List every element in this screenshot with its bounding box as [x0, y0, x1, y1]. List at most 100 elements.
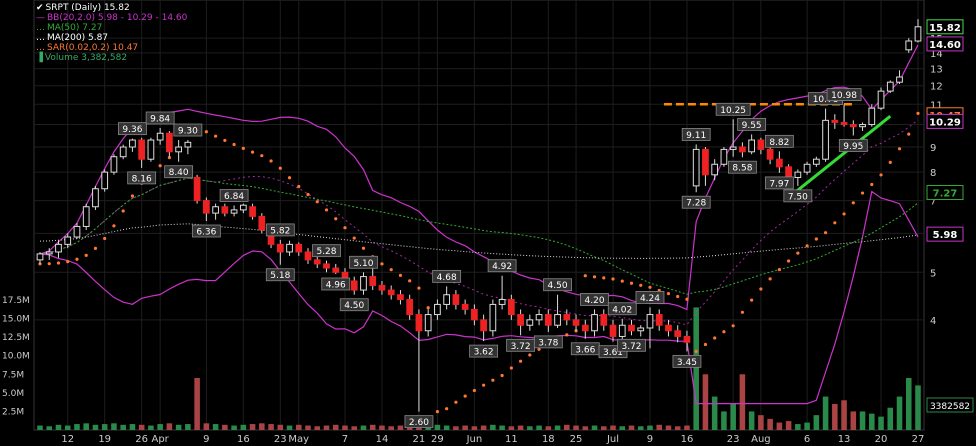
volume-bar	[212, 424, 219, 430]
volume-bar	[702, 374, 709, 430]
volume-bar	[813, 415, 820, 430]
time-tick-label: 19	[98, 434, 111, 445]
candle-down	[563, 314, 571, 321]
candle-up	[434, 303, 441, 316]
ma50-tag-text: 7.27	[933, 189, 958, 200]
sar-dot	[130, 194, 135, 198]
candle-down	[378, 284, 386, 291]
volume-bar	[83, 423, 89, 430]
volume-bar	[610, 425, 616, 430]
volume-tick-label: 15.0M	[2, 315, 30, 325]
candle-down	[609, 324, 617, 337]
volume-bar	[305, 425, 311, 430]
volume-bar	[480, 425, 487, 430]
low-label-text: 8.58	[732, 164, 752, 174]
legend-item[interactable]: … MA(50) 7.27	[36, 23, 187, 33]
sar-dot	[602, 276, 606, 280]
volume-bar	[249, 424, 256, 430]
volume-bar	[397, 425, 404, 430]
low-label-text: 3.72	[621, 342, 641, 352]
price-chart[interactable]: 4567891011121314152.5M5.0M7.5M10.0M12.5M…	[0, 0, 976, 446]
legend-item[interactable]: ▐ Volume 3,382,582	[36, 53, 187, 63]
bb-mid-tag-text: 10.29	[929, 117, 961, 128]
high-label-text: 9.11	[686, 131, 706, 141]
low-label: 3.45	[672, 354, 702, 368]
time-tick-label: Aug	[751, 434, 771, 445]
sar-dot	[408, 279, 412, 283]
legend-text: BB(20,2.0) 5.98 - 10.29 - 14.60	[47, 13, 188, 23]
low-label: 2.60	[404, 415, 434, 428]
legend-item[interactable]: ✔ SRPT (Daily) 15.82	[36, 3, 187, 13]
high-label-text: 8.82	[769, 138, 789, 148]
volume-bar	[693, 307, 699, 430]
low-label: 6.36	[191, 224, 221, 238]
candle-down	[350, 280, 358, 291]
high-label: 10.25	[715, 102, 751, 116]
time-tick-label: 23	[727, 434, 740, 445]
volume-bar	[360, 425, 367, 430]
candle-up	[822, 119, 829, 160]
sar-dot	[639, 283, 643, 287]
volume-bar	[545, 426, 552, 430]
legend-item[interactable]: … SAR(0.02,0.2) 10.47	[36, 43, 187, 53]
volume-bar	[721, 411, 727, 430]
time-tick-label: 7	[342, 434, 348, 445]
bb-upper-tag-text: 14.60	[929, 40, 961, 51]
candle-up	[748, 139, 756, 153]
legend-swatch: …	[36, 33, 45, 43]
volume-bar	[37, 425, 43, 430]
sar-dot	[592, 275, 597, 279]
high-label: 9.36	[118, 122, 147, 135]
candle-down	[193, 177, 201, 202]
sar-dot	[528, 353, 532, 357]
high-label: 4.50	[543, 278, 572, 291]
sar-dot	[888, 160, 892, 164]
candle-down	[258, 215, 266, 231]
volume-bar	[369, 424, 376, 430]
sar-dot	[685, 297, 689, 301]
volume-bar	[185, 424, 191, 430]
candle-down	[332, 267, 340, 273]
sar-dot	[629, 281, 634, 285]
chart-window: ✔ SRPT (Daily) 15.82— BB(20,2.0) 5.98 - 10…	[0, 0, 976, 446]
candle-up	[360, 276, 367, 291]
time-tick-label: Apr	[151, 434, 169, 445]
sar-dot	[907, 132, 911, 136]
volume-bar	[896, 396, 903, 430]
sar-dot	[518, 359, 523, 363]
sar-dot	[121, 209, 125, 213]
last-price-tag: 15.82	[926, 19, 964, 35]
volume-bar	[194, 378, 200, 430]
price-tick-label: 5	[930, 268, 936, 279]
high-label-text: 9.84	[150, 114, 170, 124]
sar-dot	[93, 246, 98, 251]
check-icon: ✔	[36, 3, 44, 13]
trend-line	[787, 115, 892, 199]
high-label-text: 4.24	[640, 294, 660, 304]
candle-down	[776, 158, 783, 168]
candle-up	[110, 156, 118, 173]
legend-text: Volume 3,382,582	[44, 53, 128, 63]
volume-bar	[600, 426, 607, 430]
candle-up	[489, 303, 497, 332]
volume-bar	[443, 425, 450, 430]
high-label-text: 5.82	[270, 226, 290, 236]
sar-dot	[278, 166, 282, 170]
candle-up	[101, 171, 109, 190]
low-label-text: 4.96	[326, 280, 346, 290]
candle-down	[544, 314, 552, 326]
low-label: 3.78	[533, 335, 563, 348]
high-label-text: 9.55	[742, 121, 762, 131]
sar-dot	[454, 400, 458, 404]
volume-bar	[739, 374, 746, 430]
legend-item[interactable]: — BB(20,2.0) 5.98 - 10.29 - 14.60	[36, 13, 187, 23]
legend-item[interactable]: … MA(200) 5.87	[36, 33, 187, 43]
sar-dot	[722, 330, 726, 334]
low-label-text: 3.66	[575, 345, 595, 355]
candle-up	[554, 314, 561, 326]
high-label-text: 4.20	[585, 296, 605, 306]
volume-bar	[434, 424, 441, 430]
volume-bar	[674, 426, 681, 430]
volume-bar	[231, 425, 237, 430]
low-label-text: 3.72	[511, 342, 531, 352]
